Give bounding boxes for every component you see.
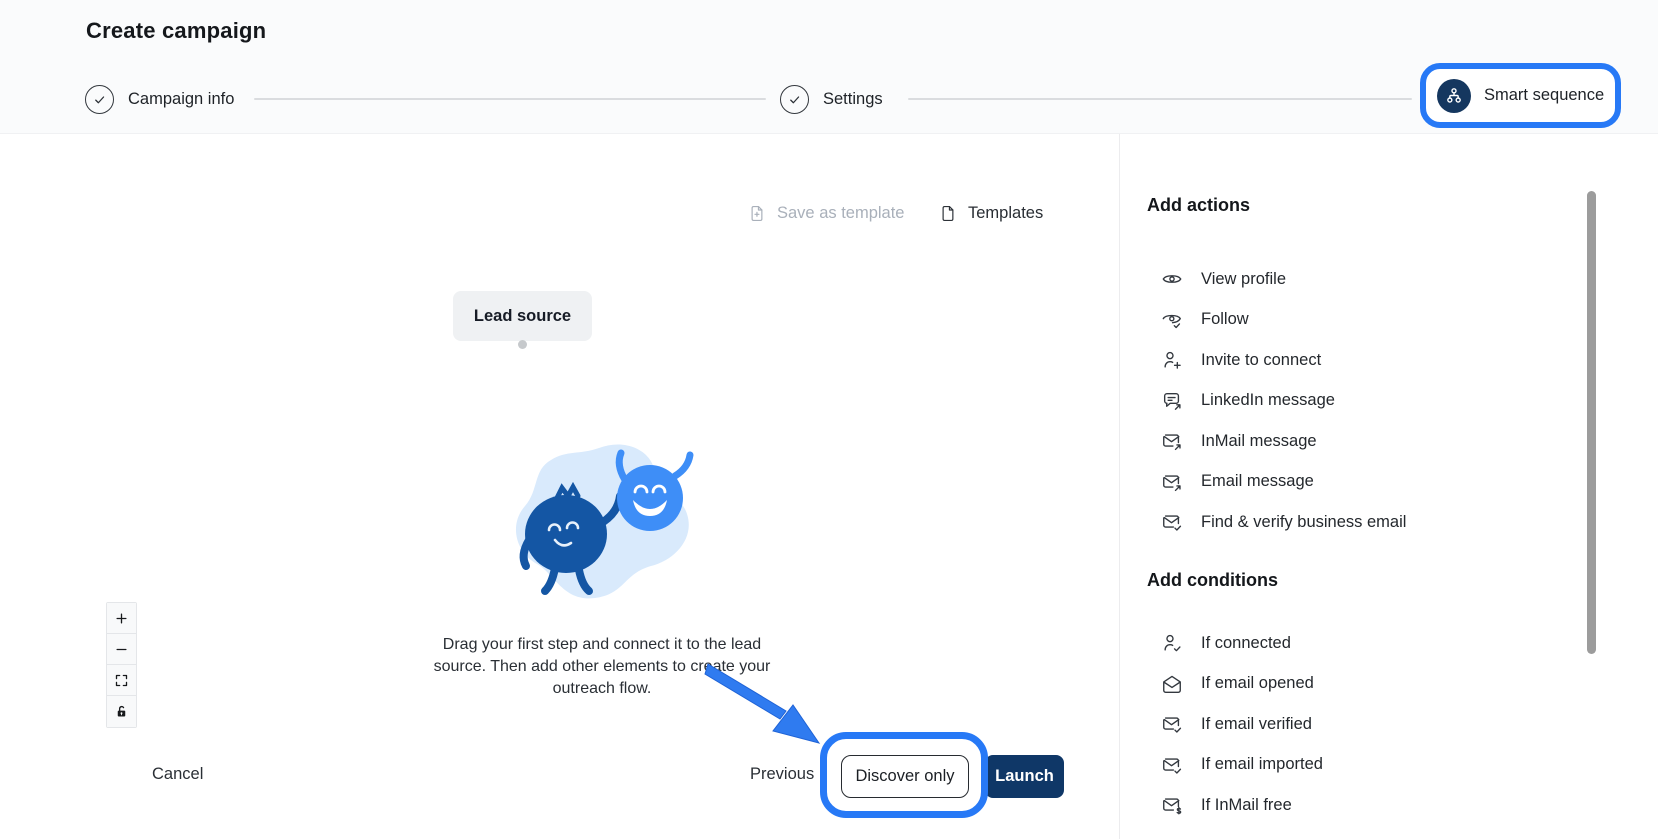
- action-item-invite-to-connect[interactable]: Invite to connect: [1147, 340, 1406, 381]
- follow-eye-icon: [1160, 308, 1184, 332]
- condition-item-if-email-opened[interactable]: If email opened: [1147, 664, 1323, 705]
- action-item-inmail-message[interactable]: InMail message: [1147, 421, 1406, 462]
- add-conditions-title: Add conditions: [1147, 570, 1278, 591]
- lock-toggle-button[interactable]: [107, 696, 136, 727]
- file-icon: [939, 204, 958, 223]
- file-plus-icon: [748, 204, 767, 223]
- cancel-button[interactable]: Cancel: [152, 765, 203, 784]
- page-title: Create campaign: [86, 18, 266, 44]
- plus-icon: [114, 611, 129, 626]
- stepper-step-settings[interactable]: Settings: [780, 82, 883, 116]
- zoom-in-button[interactable]: [107, 603, 136, 634]
- condition-item-if-inmail-free[interactable]: If InMail free: [1147, 785, 1323, 826]
- action-item-follow[interactable]: Follow: [1147, 300, 1406, 341]
- launch-button[interactable]: Launch: [985, 755, 1064, 798]
- lead-source-label: Lead source: [474, 307, 571, 326]
- stepper-step-smart-sequence[interactable]: Smart sequence: [1420, 63, 1621, 128]
- envelope-dollar-icon: [1160, 793, 1184, 817]
- templates-button[interactable]: Templates: [939, 196, 1043, 230]
- step-label: Smart sequence: [1484, 86, 1604, 105]
- minus-icon: [114, 642, 129, 657]
- action-item-find-verify-business-email[interactable]: Find & verify business email: [1147, 502, 1406, 543]
- envelope-check-icon: [1160, 510, 1184, 534]
- envelope-check-icon: [1160, 753, 1184, 777]
- sidebar-scrollbar-thumb[interactable]: [1587, 191, 1596, 654]
- envelope-arrow-icon: [1160, 470, 1184, 494]
- save-as-template-button[interactable]: Save as template: [748, 196, 905, 230]
- eye-icon: [1160, 267, 1184, 291]
- lead-source-node[interactable]: Lead source: [453, 291, 592, 341]
- fit-view-button[interactable]: [107, 665, 136, 696]
- stepper-step-campaign-info[interactable]: Campaign info: [85, 82, 234, 116]
- step-label: Campaign info: [128, 90, 234, 109]
- save-as-template-label: Save as template: [777, 204, 905, 223]
- lead-source-connector-handle[interactable]: [518, 340, 527, 349]
- condition-item-if-connected[interactable]: If connected: [1147, 623, 1323, 664]
- condition-item-if-email-imported[interactable]: If email imported: [1147, 745, 1323, 786]
- templates-label: Templates: [968, 204, 1043, 223]
- zoom-out-button[interactable]: [107, 634, 136, 665]
- unlock-icon: [114, 704, 129, 719]
- step-label: Settings: [823, 90, 883, 109]
- canvas-sidebar-divider: [1119, 134, 1120, 839]
- empty-state-caption: Drag your first step and connect it to t…: [426, 634, 778, 700]
- chat-message-arrow-icon: [1160, 389, 1184, 413]
- add-actions-title: Add actions: [1147, 195, 1250, 216]
- actions-list: View profile Follow Invite to connect Li…: [1147, 259, 1406, 543]
- person-check-icon: [1160, 631, 1184, 655]
- action-item-view-profile[interactable]: View profile: [1147, 259, 1406, 300]
- fullscreen-icon: [114, 673, 129, 688]
- envelope-open-icon: [1160, 672, 1184, 696]
- person-plus-icon: [1160, 348, 1184, 372]
- discover-only-button[interactable]: Discover only: [841, 755, 969, 798]
- empty-state-illustration: [503, 436, 703, 606]
- stepper-connector: [908, 98, 1412, 100]
- canvas-zoom-controls: [106, 602, 137, 728]
- action-item-linkedin-message[interactable]: LinkedIn message: [1147, 381, 1406, 422]
- stepper-connector: [254, 98, 766, 100]
- previous-button[interactable]: Previous: [750, 765, 814, 784]
- header: Create campaign Campaign info Settings: [0, 0, 1658, 134]
- check-circle-icon: [780, 85, 809, 114]
- check-circle-icon: [85, 85, 114, 114]
- action-item-email-message[interactable]: Email message: [1147, 462, 1406, 503]
- envelope-check-icon: [1160, 712, 1184, 736]
- envelope-arrow-icon: [1160, 429, 1184, 453]
- sequence-flow-icon: [1437, 79, 1471, 113]
- conditions-list: If connected If email opened If email ve…: [1147, 623, 1323, 826]
- condition-item-if-email-verified[interactable]: If email verified: [1147, 704, 1323, 745]
